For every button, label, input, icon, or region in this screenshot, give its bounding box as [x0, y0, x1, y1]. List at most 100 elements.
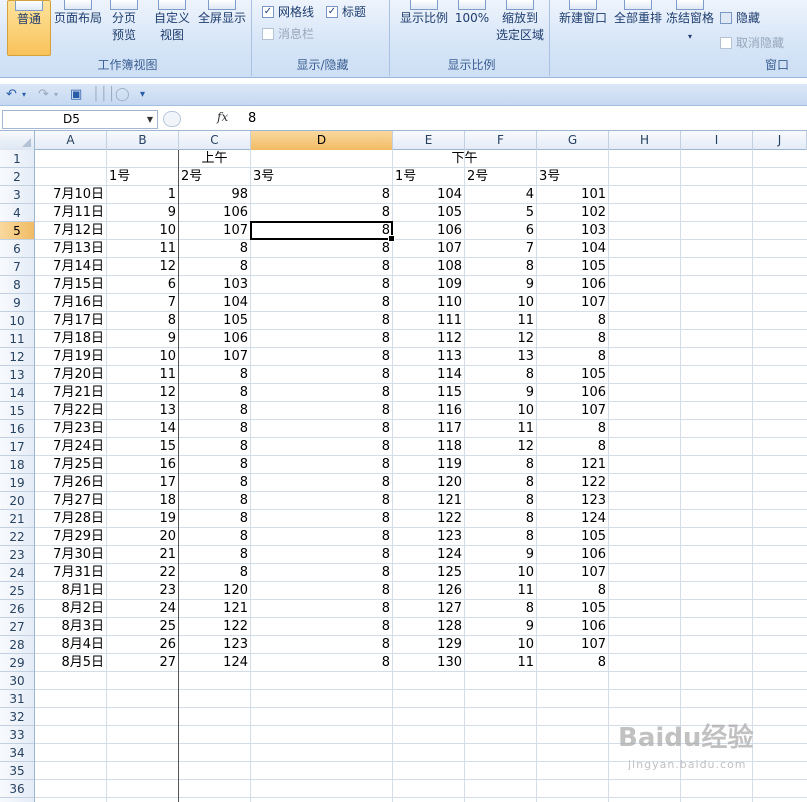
cell-f12[interactable]: 13	[465, 348, 536, 366]
row-header-25[interactable]: 25	[0, 582, 34, 600]
cell-f6[interactable]: 7	[465, 240, 536, 258]
cell-f11[interactable]: 12	[465, 330, 536, 348]
cell-g8[interactable]: 106	[537, 276, 608, 294]
cell-g15[interactable]: 107	[537, 402, 608, 420]
cell-a4[interactable]: 7月11日	[35, 204, 106, 222]
row-header-17[interactable]: 17	[0, 438, 34, 456]
cell-f3[interactable]: 4	[465, 186, 536, 204]
row-header-16[interactable]: 16	[0, 420, 34, 438]
cell-a27[interactable]: 8月3日	[35, 618, 106, 636]
cell-g22[interactable]: 105	[537, 528, 608, 546]
cell-c14[interactable]: 8	[179, 384, 250, 402]
redo-dropdown-icon[interactable]: ▾	[54, 87, 58, 103]
cell-e24[interactable]: 125	[393, 564, 464, 582]
cell-c11[interactable]: 106	[179, 330, 250, 348]
save-icon[interactable]: ▣	[70, 87, 82, 103]
cell-c2[interactable]: 2号	[179, 168, 250, 186]
cell-e23[interactable]: 124	[393, 546, 464, 564]
cell-e12[interactable]: 113	[393, 348, 464, 366]
cell-e6[interactable]: 107	[393, 240, 464, 258]
zoom-button[interactable]: 显示比例	[398, 0, 450, 27]
undo-dropdown-icon[interactable]: ▾	[22, 87, 26, 103]
row-header-28[interactable]: 28	[0, 636, 34, 654]
cell-c18[interactable]: 8	[179, 456, 250, 474]
cell-a15[interactable]: 7月22日	[35, 402, 106, 420]
cell-c12[interactable]: 107	[179, 348, 250, 366]
cell-g17[interactable]: 8	[537, 438, 608, 456]
cell-d18[interactable]: 8	[251, 456, 392, 474]
cell-b12[interactable]: 10	[107, 348, 178, 366]
cell-a17[interactable]: 7月24日	[35, 438, 106, 456]
cell-e2[interactable]: 1号	[393, 168, 464, 186]
cell-d11[interactable]: 8	[251, 330, 392, 348]
cell-d22[interactable]: 8	[251, 528, 392, 546]
cell-g29[interactable]: 8	[537, 654, 608, 672]
column-header-a[interactable]: A	[35, 131, 107, 150]
cell-d4[interactable]: 8	[251, 204, 392, 222]
cell-b7[interactable]: 12	[107, 258, 178, 276]
cell-c3[interactable]: 98	[179, 186, 250, 204]
row-header-18[interactable]: 18	[0, 456, 34, 474]
row-header-19[interactable]: 19	[0, 474, 34, 492]
custom-views-button[interactable]: 自定义 视图	[150, 0, 194, 44]
cell-f23[interactable]: 9	[465, 546, 536, 564]
cell-g2[interactable]: 3号	[537, 168, 608, 186]
cell-g28[interactable]: 107	[537, 636, 608, 654]
cell-f21[interactable]: 8	[465, 510, 536, 528]
cell-a16[interactable]: 7月23日	[35, 420, 106, 438]
cell-b24[interactable]: 22	[107, 564, 178, 582]
column-header-h[interactable]: H	[609, 131, 681, 150]
gridlines-checkbox[interactable]: ✓ 网格线	[262, 3, 314, 20]
cell-a28[interactable]: 8月4日	[35, 636, 106, 654]
row-header-6[interactable]: 6	[0, 240, 34, 258]
cell-c6[interactable]: 8	[179, 240, 250, 258]
cell-e17[interactable]: 118	[393, 438, 464, 456]
cell-c8[interactable]: 103	[179, 276, 250, 294]
cell-c13[interactable]: 8	[179, 366, 250, 384]
cell-f18[interactable]: 8	[465, 456, 536, 474]
cell-b21[interactable]: 19	[107, 510, 178, 528]
column-header-g[interactable]: G	[537, 131, 609, 150]
worksheet-grid[interactable]: 上午 下午 1号 2号 3号 1号 2号 3号 7月10日 1 98 8 104 4 101 7月11日 9 10…	[35, 150, 807, 802]
arrange-all-button[interactable]: 全部重排	[611, 0, 665, 27]
cell-f22[interactable]: 8	[465, 528, 536, 546]
cell-d12[interactable]: 8	[251, 348, 392, 366]
cell-g24[interactable]: 107	[537, 564, 608, 582]
cell-f20[interactable]: 8	[465, 492, 536, 510]
row-header-29[interactable]: 29	[0, 654, 34, 672]
cell-e15[interactable]: 116	[393, 402, 464, 420]
cell-g25[interactable]: 8	[537, 582, 608, 600]
name-box[interactable]: D5 ▼	[2, 110, 158, 129]
cell-d21[interactable]: 8	[251, 510, 392, 528]
cell-a18[interactable]: 7月25日	[35, 456, 106, 474]
cell-b19[interactable]: 17	[107, 474, 178, 492]
circle-icon[interactable]: ◯	[115, 87, 130, 103]
message-bar-checkbox[interactable]: 消息栏	[262, 25, 314, 42]
cell-a5[interactable]: 7月12日	[35, 222, 106, 240]
cell-f29[interactable]: 11	[465, 654, 536, 672]
cell-c22[interactable]: 8	[179, 528, 250, 546]
cell-g26[interactable]: 105	[537, 600, 608, 618]
undo-icon[interactable]: ↶	[6, 87, 17, 103]
cell-f25[interactable]: 11	[465, 582, 536, 600]
row-header-8[interactable]: 8	[0, 276, 34, 294]
row-header-31[interactable]: 31	[0, 690, 34, 708]
cell-g11[interactable]: 8	[537, 330, 608, 348]
cell-a23[interactable]: 7月30日	[35, 546, 106, 564]
cell-g21[interactable]: 124	[537, 510, 608, 528]
cell-f27[interactable]: 9	[465, 618, 536, 636]
cell-e7[interactable]: 108	[393, 258, 464, 276]
cell-e19[interactable]: 120	[393, 474, 464, 492]
cell-a25[interactable]: 8月1日	[35, 582, 106, 600]
row-header-24[interactable]: 24	[0, 564, 34, 582]
row-header-21[interactable]: 21	[0, 510, 34, 528]
cell-g7[interactable]: 105	[537, 258, 608, 276]
normal-view-button[interactable]: 普通	[7, 0, 51, 56]
unhide-button[interactable]: 取消隐藏	[720, 34, 784, 51]
cell-d6[interactable]: 8	[251, 240, 392, 258]
cell-e25[interactable]: 126	[393, 582, 464, 600]
cell-b29[interactable]: 27	[107, 654, 178, 672]
column-header-b[interactable]: B	[107, 131, 179, 150]
row-header-3[interactable]: 3	[0, 186, 34, 204]
cell-g27[interactable]: 106	[537, 618, 608, 636]
